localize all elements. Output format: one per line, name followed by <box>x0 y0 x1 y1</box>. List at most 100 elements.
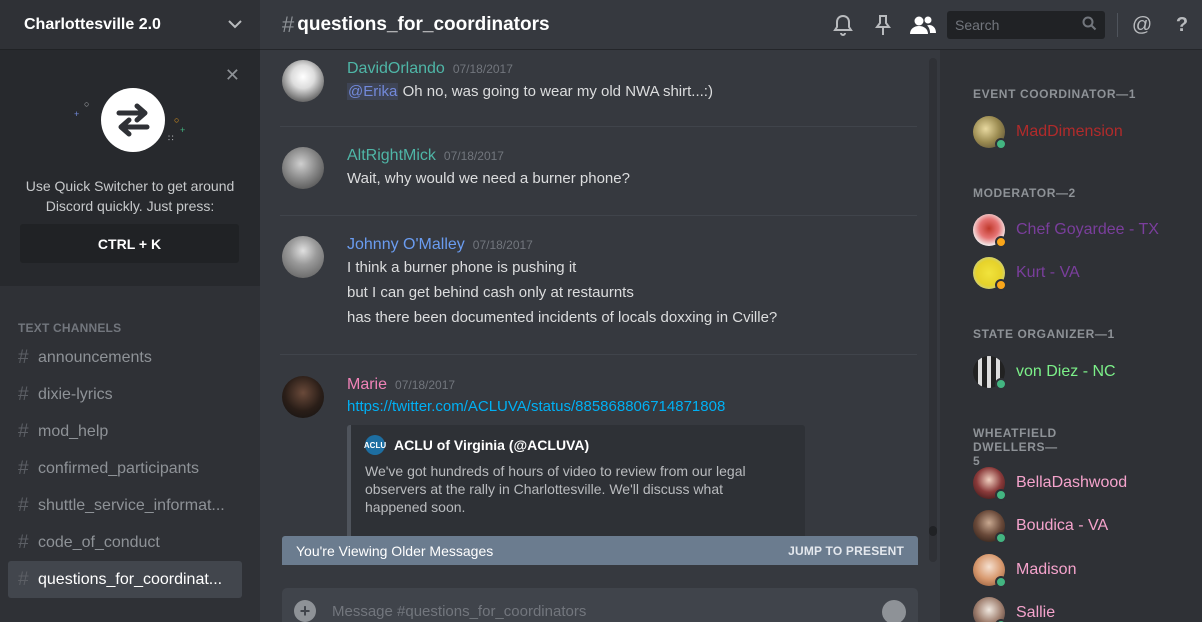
scrollbar-track[interactable] <box>929 58 937 562</box>
bell-icon[interactable] <box>823 0 863 50</box>
avatar[interactable] <box>282 236 324 278</box>
search-input[interactable] <box>955 17 1065 33</box>
message-input[interactable] <box>332 600 882 620</box>
hash-icon: # <box>282 11 295 37</box>
search-box[interactable] <box>947 11 1105 39</box>
chevron-down-icon[interactable] <box>228 16 242 34</box>
message-divider <box>280 354 917 355</box>
avatar <box>973 356 1007 390</box>
avatar <box>973 597 1007 622</box>
message-timestamp: 07/18/2017 <box>395 378 456 392</box>
message-timestamp: 07/18/2017 <box>472 238 533 252</box>
message-line: Wait, why would we need a burner phone? <box>347 170 630 187</box>
member-name: Madison <box>1016 561 1077 578</box>
member-name: Boudica - VA <box>1016 517 1109 534</box>
member-name: Sallie <box>1016 604 1056 621</box>
member-item[interactable]: BellaDashwood <box>973 465 1127 501</box>
text-channels-header[interactable]: TEXT CHANNELS <box>0 286 260 335</box>
search-icon[interactable] <box>1082 16 1097 35</box>
sparkle-icon: + <box>74 109 80 119</box>
message: Marie 07/18/2017 https://twitter.com/ACLU… <box>280 370 917 550</box>
hash-icon: # <box>18 568 29 590</box>
status-indicator <box>995 236 1007 248</box>
message: DavidOrlando 07/18/2017 @Erika Oh no, was… <box>280 54 917 126</box>
avatar <box>973 554 1007 588</box>
hash-icon: # <box>18 346 29 368</box>
link-embed: ACLU ACLU of Virginia (@ACLUVA) We've got… <box>347 425 805 550</box>
message: Johnny O'Malley 07/18/2017 I think a burn… <box>280 230 917 340</box>
status-indicator <box>995 138 1007 150</box>
role-header: STATE ORGANIZER—1 <box>973 327 1115 341</box>
member-item[interactable]: von Diez - NC <box>973 354 1116 390</box>
avatar[interactable] <box>282 60 324 102</box>
embed-description: We've got hundreds of hours of video to … <box>365 463 746 515</box>
older-messages-bar: You're Viewing Older Messages JUMP TO PR… <box>282 536 918 565</box>
channel-mod-help[interactable]: # mod_help <box>0 413 260 450</box>
member-item[interactable]: Madison <box>973 552 1076 588</box>
message-list: DavidOrlando 07/18/2017 @Erika Oh no, was… <box>260 50 938 550</box>
member-item[interactable]: Sallie <box>973 595 1055 622</box>
hash-icon: # <box>18 494 29 516</box>
hash-icon: # <box>18 531 29 553</box>
message-author[interactable]: Johnny O'Malley <box>347 236 465 254</box>
member-item[interactable]: Chef Goyardee - TX <box>973 212 1159 248</box>
member-item[interactable]: MadDimension <box>973 114 1123 150</box>
swap-arrows-icon <box>101 88 165 152</box>
member-name: BellaDashwood <box>1016 474 1128 491</box>
jump-to-present-button[interactable]: JUMP TO PRESENT <box>788 544 904 558</box>
pin-icon[interactable] <box>863 0 903 50</box>
emoji-icon[interactable] <box>882 600 906 622</box>
scrollbar-thumb[interactable] <box>929 526 937 536</box>
message-author[interactable]: AltRightMick <box>347 147 436 165</box>
member-name: Kurt - VA <box>1016 264 1080 281</box>
hash-icon: # <box>18 383 29 405</box>
message-composer: + <box>282 588 918 622</box>
hash-icon: # <box>18 420 29 442</box>
channel-label: code_of_conduct <box>38 533 160 551</box>
message-divider <box>280 215 917 216</box>
sparkle-icon: ○ <box>174 115 180 125</box>
avatar[interactable] <box>282 147 324 189</box>
status-indicator <box>995 378 1007 390</box>
member-item[interactable]: Boudica - VA <box>973 508 1108 544</box>
shortcut-key[interactable]: CTRL + K <box>20 224 239 263</box>
channel-announcements[interactable]: # announcements <box>0 339 260 376</box>
avatar <box>973 467 1007 501</box>
members-icon[interactable] <box>903 0 943 50</box>
guild-header[interactable]: Charlottesville 2.0 <box>0 0 260 50</box>
status-indicator <box>995 576 1007 588</box>
message-line: has there been documented incidents of l… <box>347 309 778 326</box>
channel-header: # questions_for_coordinators @ ? <box>260 0 1202 50</box>
channel-confirmed-participants[interactable]: # confirmed_participants <box>0 450 260 487</box>
close-icon[interactable]: ✕ <box>225 66 240 84</box>
message-divider <box>280 126 917 127</box>
channel-dixie-lyrics[interactable]: # dixie-lyrics <box>0 376 260 413</box>
user-mention[interactable]: @Erika <box>347 83 399 100</box>
member-name: Chef Goyardee - TX <box>1016 221 1159 238</box>
message-author[interactable]: DavidOrlando <box>347 60 445 78</box>
avatar[interactable] <box>282 376 324 418</box>
member-list: EVENT COORDINATOR—1 MadDimension MODERAT… <box>940 50 1202 622</box>
channel-label: questions_for_coordinat... <box>38 570 223 588</box>
channel-label: confirmed_participants <box>38 459 199 477</box>
channel-title: questions_for_coordinators <box>297 13 550 35</box>
channel-questions-for-coordinators[interactable]: # questions_for_coordinat... <box>8 561 242 598</box>
message-link[interactable]: https://twitter.com/ACLUVA/status/885868… <box>347 394 917 419</box>
channel-shuttle-service[interactable]: # shuttle_service_informat... <box>0 487 260 524</box>
role-header: WHEATFIELD DWELLERS—5 <box>973 426 1058 468</box>
sparkle-icon: ○ <box>84 99 90 109</box>
help-icon[interactable]: ? <box>1162 0 1202 50</box>
avatar <box>973 116 1007 150</box>
mention-icon[interactable]: @ <box>1122 0 1162 50</box>
embed-title[interactable]: ACLU of Virginia (@ACLUVA) <box>394 437 589 453</box>
status-indicator <box>995 279 1007 291</box>
older-messages-text: You're Viewing Older Messages <box>296 542 494 559</box>
message-text: @Erika Oh no, was going to wear my old N… <box>347 79 917 104</box>
channel-code-of-conduct[interactable]: # code_of_conduct <box>0 524 260 561</box>
plus-icon[interactable]: + <box>294 600 316 622</box>
channel-label: announcements <box>38 348 152 366</box>
channel-label: mod_help <box>38 422 109 440</box>
message-author[interactable]: Marie <box>347 376 387 394</box>
member-item[interactable]: Kurt - VA <box>973 255 1080 291</box>
channel-sidebar: Charlottesville 2.0 ✕ ○ + ○ + ∷ Use Quic… <box>0 0 260 622</box>
